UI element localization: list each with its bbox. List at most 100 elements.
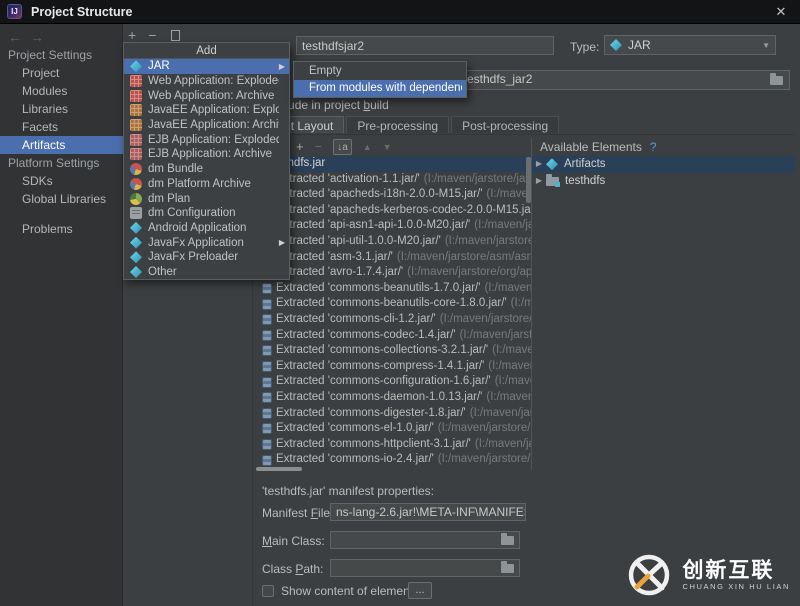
add-menu-item[interactable]: Web Application: Archive ▶ <box>124 88 289 103</box>
title-bar: IJ Project Structure ✕ <box>0 0 800 24</box>
extracted-jar-node[interactable]: Extracted 'api-asn1-api-1.0.0-M20.jar/' … <box>253 218 531 234</box>
watermark: 创新互联 CHUANG XIN HU LIAN <box>626 552 790 598</box>
move-up-button[interactable]: ▲ <box>363 140 372 154</box>
browse-folder-icon[interactable] <box>501 536 514 545</box>
sidebar-section-platform-settings: Platform Settings <box>0 154 123 172</box>
available-element-node[interactable]: ▶ Artifacts <box>532 156 795 173</box>
expand-chevron-icon[interactable]: ▶ <box>532 156 546 173</box>
artifact-type-icon <box>130 104 142 116</box>
artifact-type-icon <box>130 266 142 278</box>
extracted-jar-icon <box>262 361 272 372</box>
expand-chevron-icon[interactable]: ▶ <box>532 173 546 190</box>
manifest-section-title: 'testhdfs.jar' manifest properties: <box>262 484 434 498</box>
extracted-jar-node[interactable]: Extracted 'commons-httpclient-3.1.jar/' … <box>253 437 531 453</box>
sidebar-item[interactable]: Modules <box>0 82 123 100</box>
extracted-jar-node[interactable]: Extracted 'commons-collections-3.2.1.jar… <box>253 343 531 359</box>
history-nav: ←→ <box>8 29 52 45</box>
show-content-label: Show content of elements <box>281 584 419 598</box>
editor-tab[interactable]: Post-processing <box>451 116 559 133</box>
add-menu-item[interactable]: Web Application: Exploded ▶ <box>124 74 289 89</box>
artifact-root-node[interactable]: testhdfs.jar <box>253 156 531 172</box>
sidebar-item[interactable]: Facets <box>0 118 123 136</box>
add-menu-item[interactable]: dm Plan ▶ <box>124 191 289 206</box>
artifact-type-icon <box>130 75 142 87</box>
add-menu-item[interactable]: EJB Application: Exploded ▶ <box>124 132 289 147</box>
menu-title: Add <box>124 43 289 59</box>
add-menu-item[interactable]: JavaEE Application: Archive ▶ <box>124 118 289 133</box>
extracted-jar-node[interactable]: Extracted 'activation-1.1.jar/' (I:/mave… <box>253 172 531 188</box>
browse-folder-icon[interactable] <box>501 564 514 573</box>
add-menu-item[interactable]: dm Bundle ▶ <box>124 162 289 177</box>
browse-folder-icon[interactable] <box>770 76 783 85</box>
sort-elements-button[interactable]: ↓a <box>333 139 352 155</box>
artifact-type-icon <box>130 148 142 160</box>
jar-submenu-item[interactable]: From modules with dependencies... <box>294 80 466 98</box>
artifact-type-icon <box>130 90 142 102</box>
artifact-name-input[interactable] <box>296 36 554 55</box>
add-menu-item[interactable]: JAR ▶ <box>124 59 289 74</box>
submenu-arrow-icon: ▶ <box>279 238 285 247</box>
available-element-node[interactable]: ▶ testhdfs <box>532 173 795 190</box>
extracted-jar-node[interactable]: Extracted 'api-util-1.0.0-M20.jar/' (I:/… <box>253 234 531 250</box>
extracted-jar-icon <box>262 408 272 419</box>
add-context-menu: Add JAR ▶ Web Application: Exploded ▶ We… <box>123 42 290 280</box>
extracted-jar-node[interactable]: Extracted 'apacheds-kerberos-codec-2.0.0… <box>253 203 531 219</box>
extracted-jar-node[interactable]: Extracted 'commons-compress-1.4.1.jar/' … <box>253 359 531 375</box>
add-element-button[interactable]: + <box>296 140 304 154</box>
forward-icon[interactable]: → <box>30 29 52 45</box>
add-menu-item[interactable]: Other ▶ <box>124 265 289 280</box>
add-menu-item[interactable]: dm Platform Archive ▶ <box>124 177 289 192</box>
editor-tab[interactable]: Pre-processing <box>346 116 449 133</box>
watermark-logo-icon <box>626 552 672 598</box>
remove-element-button[interactable]: − <box>315 140 323 154</box>
help-icon[interactable]: ? <box>650 140 657 154</box>
sidebar-item[interactable]: SDKs <box>0 172 123 190</box>
extracted-jar-node[interactable]: Extracted 'commons-cli-1.2.jar/' (I:/mav… <box>253 312 531 328</box>
jar-submenu-item[interactable]: Empty <box>294 62 466 80</box>
type-value: JAR <box>628 38 651 52</box>
add-menu-item[interactable]: JavaFx Application ▶ <box>124 235 289 250</box>
sidebar-item[interactable]: Libraries <box>0 100 123 118</box>
manifest-file-label: Manifest File: <box>262 506 333 520</box>
extracted-jar-icon <box>262 314 272 325</box>
close-icon[interactable]: ✕ <box>772 3 790 21</box>
artifact-type-icon <box>130 60 142 72</box>
add-menu-item[interactable]: Android Application ▶ <box>124 221 289 236</box>
artifact-type-select[interactable]: JAR ▼ <box>604 35 776 55</box>
extracted-jar-node[interactable]: Extracted 'commons-configuration-1.6.jar… <box>253 374 531 390</box>
back-icon[interactable]: ← <box>8 29 30 45</box>
sidebar-item[interactable]: Global Libraries <box>0 190 123 208</box>
show-content-checkbox[interactable] <box>262 585 274 597</box>
chevron-down-icon: ▼ <box>762 41 770 50</box>
extracted-jar-node[interactable]: Extracted 'commons-io-2.4.jar/' (I:/mave… <box>253 452 531 468</box>
add-menu-item[interactable]: JavaFx Preloader ▶ <box>124 250 289 265</box>
add-menu-item[interactable]: EJB Application: Archive ▶ <box>124 147 289 162</box>
extracted-jar-node[interactable]: Extracted 'commons-daemon-1.0.13.jar/' (… <box>253 390 531 406</box>
artifacts-toolbar: + − <box>128 27 180 43</box>
sidebar-item[interactable]: Artifacts <box>0 136 123 154</box>
move-down-button[interactable]: ▼ <box>383 140 392 154</box>
horizontal-scrollbar[interactable] <box>256 467 302 471</box>
extracted-jar-node[interactable]: Extracted 'asm-3.1.jar/' (I:/maven/jarst… <box>253 250 531 266</box>
main-class-field[interactable] <box>330 531 520 549</box>
copy-artifact-button[interactable] <box>171 30 180 41</box>
extracted-jar-node[interactable]: Extracted 'commons-beanutils-core-1.8.0.… <box>253 296 531 312</box>
more-options-button[interactable]: ... <box>408 582 432 599</box>
extracted-jar-node[interactable]: Extracted 'commons-beanutils-1.7.0.jar/'… <box>253 281 531 297</box>
sidebar-item[interactable]: Project <box>0 64 123 82</box>
class-path-field[interactable] <box>330 559 520 577</box>
extracted-jar-node[interactable]: Extracted 'commons-digester-1.8.jar/' (I… <box>253 406 531 422</box>
remove-artifact-button[interactable]: − <box>148 28 156 42</box>
manifest-file-field[interactable]: ns-lang-2.6.jar!\META-INF\MANIFEST.MF <box>330 503 526 521</box>
add-artifact-button[interactable]: + <box>128 28 136 42</box>
add-menu-item[interactable]: dm Configuration ▶ <box>124 206 289 221</box>
extracted-jar-node[interactable]: Extracted 'avro-1.7.4.jar/' (I:/maven/ja… <box>253 265 531 281</box>
watermark-text: 创新互联 CHUANG XIN HU LIAN <box>682 559 790 591</box>
tabs-underline <box>253 134 795 135</box>
add-menu-item[interactable]: JavaEE Application: Exploded ▶ <box>124 103 289 118</box>
element-type-icon <box>546 158 558 170</box>
extracted-jar-node[interactable]: Extracted 'apacheds-i18n-2.0.0-M15.jar/'… <box>253 187 531 203</box>
sidebar-item[interactable]: Problems <box>0 220 123 238</box>
extracted-jar-node[interactable]: Extracted 'commons-el-1.0.jar/' (I:/mave… <box>253 421 531 437</box>
extracted-jar-node[interactable]: Extracted 'commons-codec-1.4.jar/' (I:/m… <box>253 328 531 344</box>
